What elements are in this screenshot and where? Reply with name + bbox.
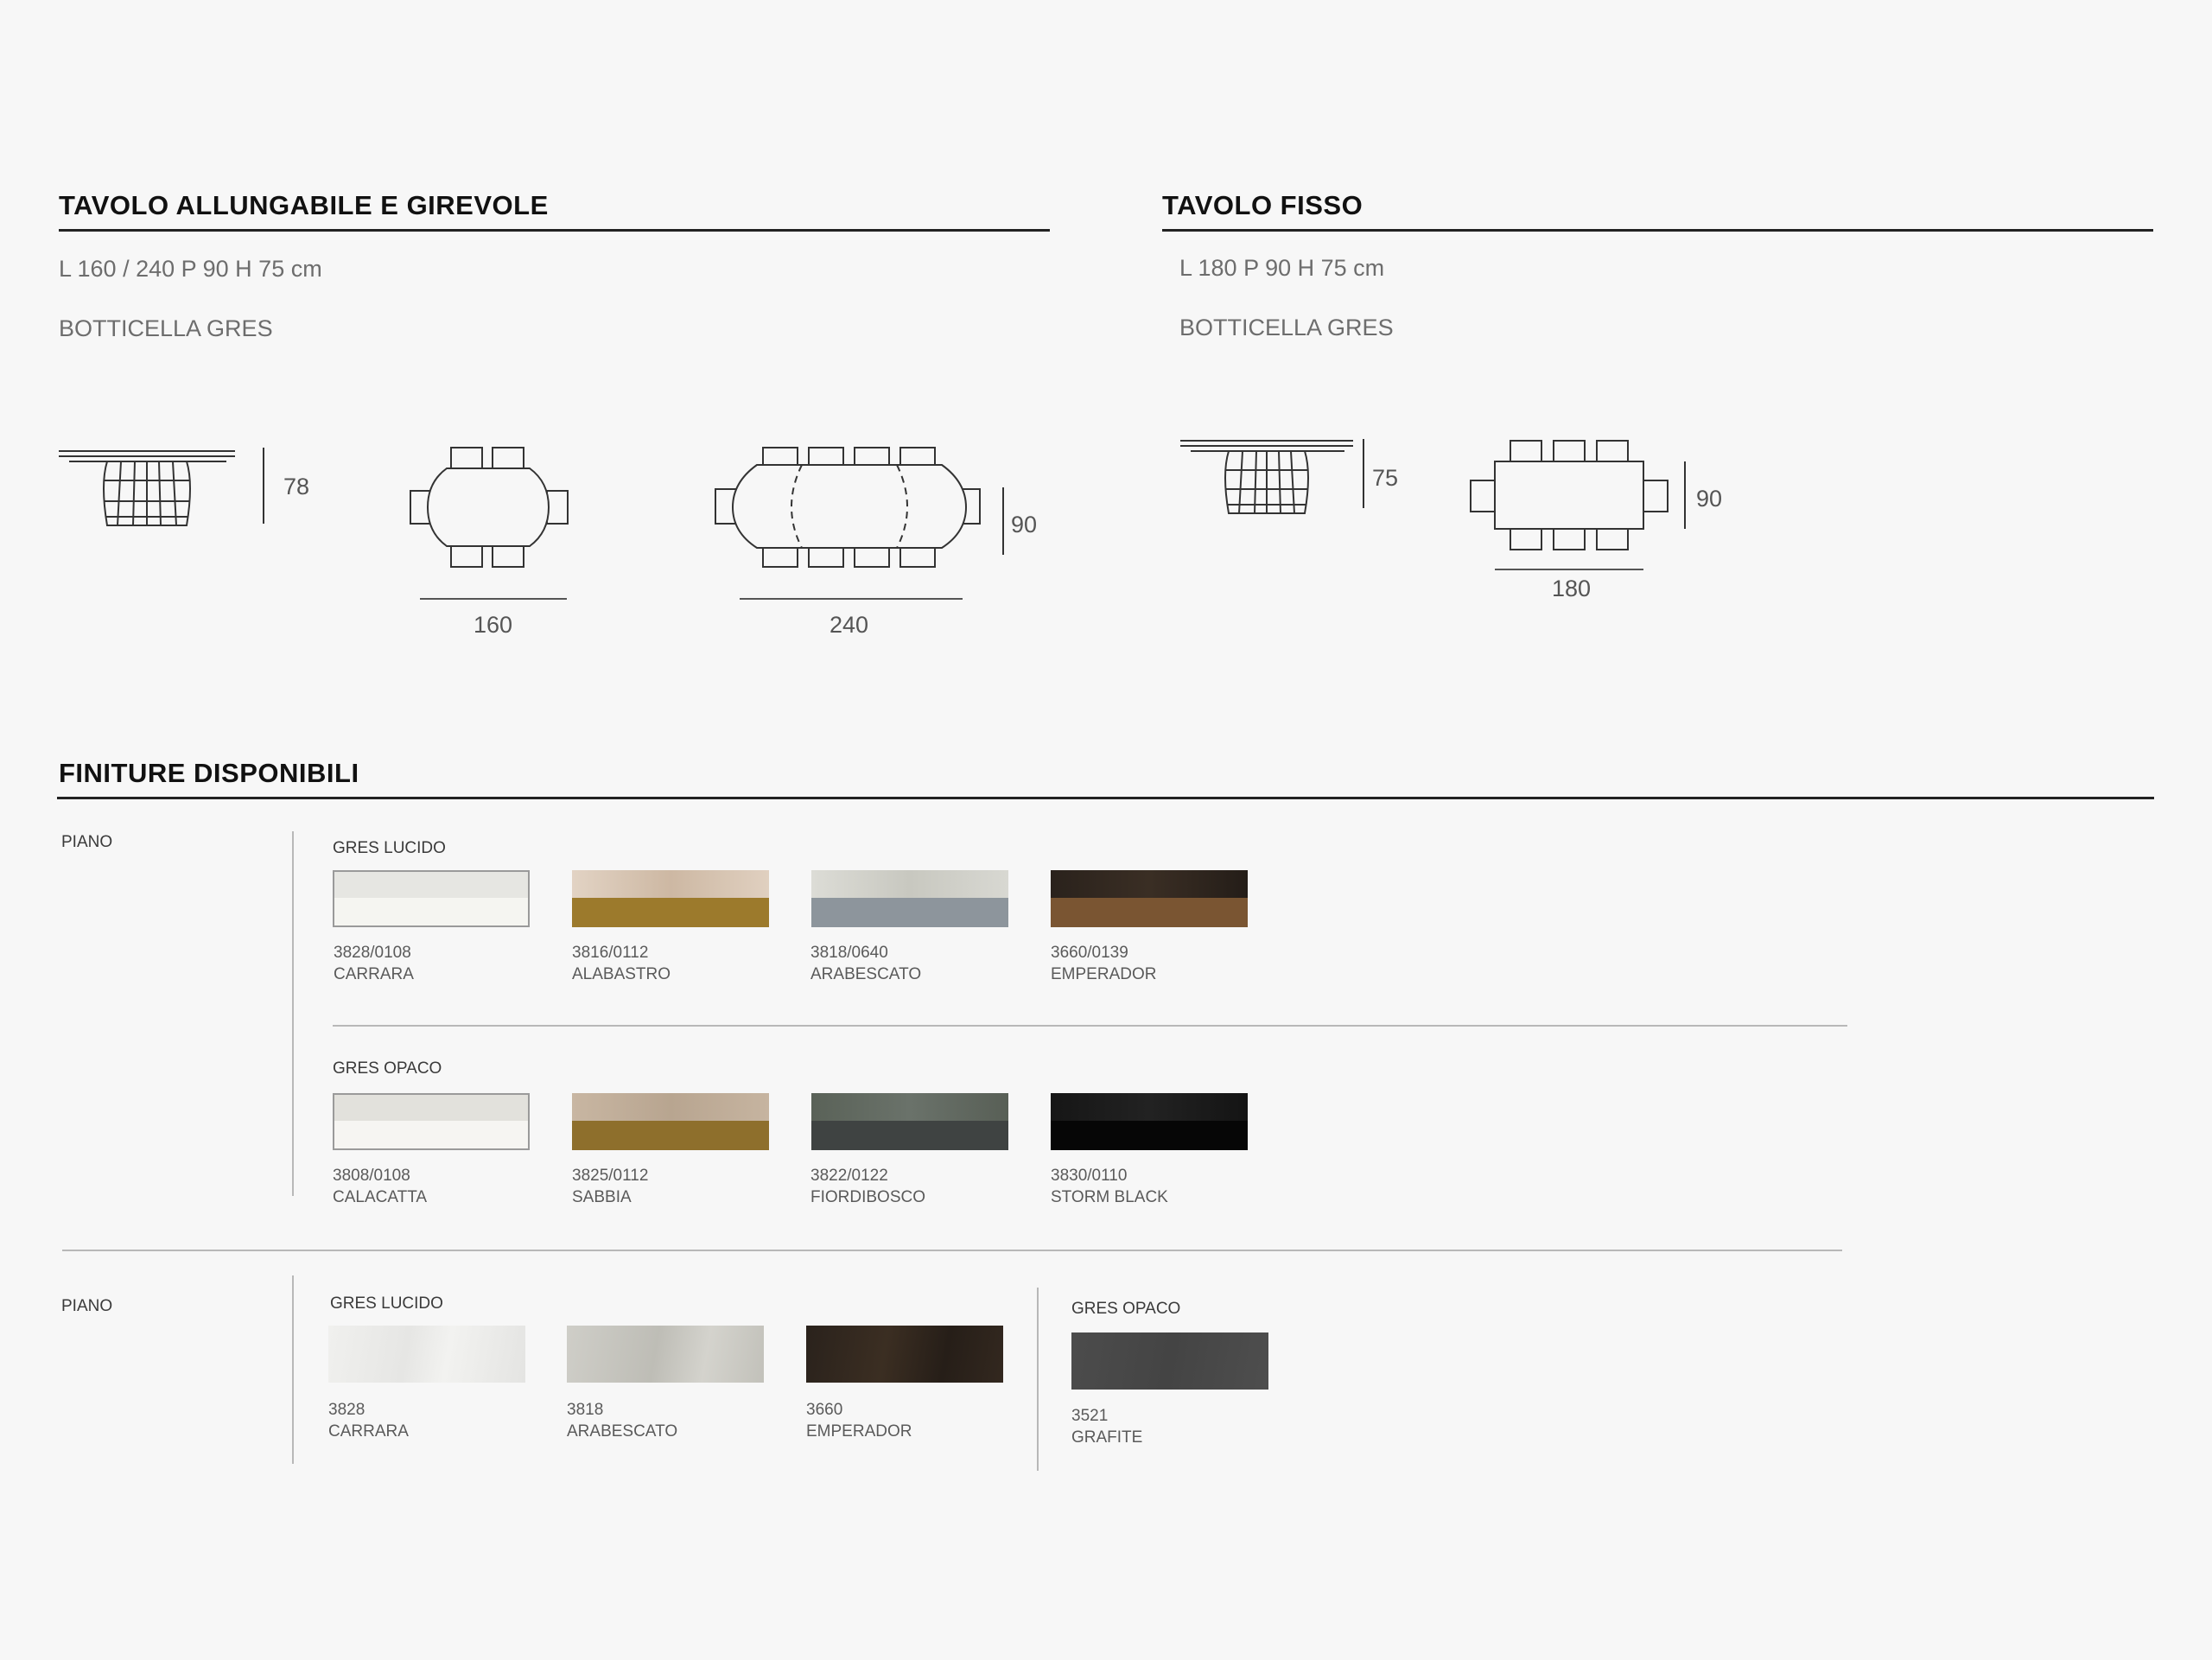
- finish-name: FIORDIBOSCO: [810, 1188, 926, 1206]
- closed-length-label: 160: [474, 612, 513, 638]
- height-dimension-line: [263, 448, 264, 524]
- finish-name: CARRARA: [328, 1422, 409, 1441]
- group-divider: [292, 1275, 294, 1464]
- finish-code: 3521: [1071, 1407, 1109, 1425]
- finish-name: EMPERADOR: [1051, 965, 1157, 983]
- depth-dimension-line: [1002, 487, 1004, 555]
- dimensions-text: L 180 P 90 H 75 cm: [1179, 255, 1385, 281]
- finish-name: ARABESCATO: [810, 965, 922, 983]
- finish-name: CALACATTA: [333, 1188, 428, 1206]
- finish-swatch-grafite[interactable]: [1071, 1332, 1268, 1390]
- finish-code: 3660: [806, 1401, 843, 1419]
- finish-name: SABBIA: [572, 1188, 632, 1206]
- finish-code: 3808/0108: [333, 1167, 410, 1185]
- group-divider: [292, 831, 294, 1196]
- group-label-piano: PIANO: [61, 1297, 113, 1315]
- dimensions-text: L 160 / 240 P 90 H 75 cm: [59, 256, 322, 282]
- finish-name: ALABASTRO: [572, 965, 671, 983]
- table-side-view-drawing: [59, 450, 235, 526]
- closed-table-top-view: [410, 447, 569, 568]
- group-divider-horizontal: [62, 1250, 1842, 1251]
- table-side-view-drawing: [1180, 440, 1353, 514]
- finish-swatch-carrara[interactable]: [328, 1326, 525, 1383]
- depth-label: 90: [1696, 486, 1723, 512]
- finishes-rule: [57, 797, 2154, 799]
- finish-swatch-arabescato[interactable]: [811, 870, 1008, 927]
- finish-name: ARABESCATO: [567, 1422, 678, 1441]
- open-length-line: [740, 598, 963, 600]
- finish-swatch-alabastro[interactable]: [572, 870, 769, 927]
- subgroup-divider: [333, 1025, 1847, 1027]
- depth-label: 90: [1011, 512, 1038, 537]
- height-dimension-line: [1363, 439, 1364, 508]
- title-rule: [59, 229, 1050, 232]
- finish-code: 3818/0640: [810, 944, 888, 962]
- finish-code: 3825/0112: [572, 1167, 649, 1185]
- finish-swatch-fiordibosco[interactable]: [811, 1093, 1008, 1150]
- model-name: BOTTICELLA GRES: [59, 315, 273, 341]
- finish-swatch-calacatta[interactable]: [333, 1093, 530, 1150]
- subgroup-label-gres-opaco: GRES OPACO: [333, 1059, 442, 1078]
- subgroup-label-gres-lucido: GRES LUCIDO: [330, 1294, 443, 1313]
- fixed-table-top-view: [1470, 440, 1669, 550]
- finish-code: 3828: [328, 1401, 365, 1419]
- section-title-fisso: TAVOLO FISSO: [1162, 190, 1363, 220]
- finish-swatch-sabbia[interactable]: [572, 1093, 769, 1150]
- finish-swatch-storm-black[interactable]: [1051, 1093, 1248, 1150]
- finish-name: CARRARA: [334, 965, 414, 983]
- height-label: 78: [283, 474, 310, 499]
- subgroup-label-gres-opaco: GRES OPACO: [1071, 1300, 1181, 1318]
- finish-code: 3660/0139: [1051, 944, 1128, 962]
- subgroup-divider-vertical: [1037, 1288, 1039, 1471]
- finish-code: 3828/0108: [334, 944, 411, 962]
- finish-code: 3822/0122: [810, 1167, 888, 1185]
- finish-name: STORM BLACK: [1051, 1188, 1168, 1206]
- subgroup-label-gres-lucido: GRES LUCIDO: [333, 839, 446, 857]
- height-label: 75: [1372, 465, 1399, 491]
- depth-dimension-line: [1684, 461, 1686, 529]
- finish-name: GRAFITE: [1071, 1428, 1143, 1447]
- finish-swatch-arabescato[interactable]: [567, 1326, 764, 1383]
- extended-table-top-view: [715, 447, 981, 568]
- open-length-label: 240: [830, 612, 869, 638]
- group-label-piano: PIANO: [61, 833, 113, 851]
- finish-code: 3830/0110: [1051, 1167, 1128, 1185]
- length-dimension-line: [1495, 569, 1643, 570]
- finishes-title: FINITURE DISPONIBILI: [59, 758, 359, 788]
- finish-swatch-emperador[interactable]: [806, 1326, 1003, 1383]
- length-label: 180: [1552, 576, 1592, 601]
- finish-swatch-carrara[interactable]: [333, 870, 530, 927]
- finish-code: 3816/0112: [572, 944, 649, 962]
- finish-name: EMPERADOR: [806, 1422, 912, 1441]
- finish-swatch-emperador[interactable]: [1051, 870, 1248, 927]
- finish-code: 3818: [567, 1401, 604, 1419]
- closed-length-line: [420, 598, 567, 600]
- model-name: BOTTICELLA GRES: [1179, 315, 1394, 340]
- section-title-allungabile: TAVOLO ALLUNGABILE E GIREVOLE: [59, 190, 549, 220]
- title-rule: [1162, 229, 2153, 232]
